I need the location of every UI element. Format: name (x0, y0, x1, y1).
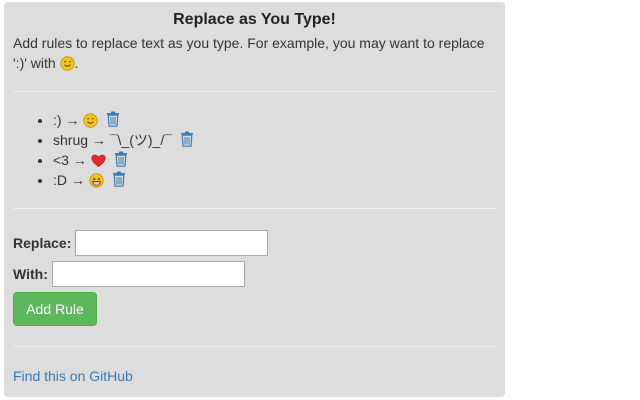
smiling-face-icon (83, 113, 98, 128)
rule-item: shrug → ¯\_(ツ)_/¯ (53, 130, 496, 150)
rule-to-text: ¯\_(ツ)_/¯ (109, 132, 172, 148)
intro-text-end: . (74, 55, 79, 71)
delete-rule-trash-icon[interactable] (106, 111, 120, 127)
add-rule-form: Replace: With: Add Rule (13, 230, 496, 326)
rules-list: :) → shrug → ¯\_(ツ)_/¯ (13, 110, 496, 190)
with-row: With: (13, 261, 496, 287)
footer: Find this on GitHub (13, 368, 496, 384)
github-link[interactable]: Find this on GitHub (13, 368, 133, 384)
replace-row: Replace: (13, 230, 496, 256)
rule-arrow: → (91, 132, 106, 148)
replace-input[interactable] (75, 230, 269, 256)
grinning-face-icon (89, 173, 104, 188)
divider (13, 91, 496, 92)
replace-label: Replace: (13, 235, 72, 251)
page-title: Replace as You Type! (173, 11, 336, 28)
intro-text-body: Add rules to replace text as you type. F… (13, 35, 485, 71)
smiling-face-icon (59, 56, 75, 71)
red-heart-icon (91, 154, 106, 167)
rule-item: :) → (53, 110, 496, 130)
rule-from: :) (53, 112, 62, 128)
divider (13, 208, 496, 209)
rule-from: <3 (53, 152, 69, 168)
delete-rule-trash-icon[interactable] (114, 151, 128, 167)
rule-arrow: → (65, 112, 80, 128)
rule-arrow: → (70, 172, 85, 188)
rule-from: shrug (53, 132, 89, 148)
add-rule-button[interactable]: Add Rule (13, 292, 97, 326)
divider (13, 346, 496, 347)
rule-from: :D (53, 172, 67, 188)
with-label: With: (13, 266, 48, 282)
rule-arrow: → (72, 152, 87, 168)
with-input[interactable] (51, 261, 245, 287)
options-panel: Replace as You Type! Add rules to replac… (4, 2, 505, 397)
rule-item: <3 → (53, 150, 496, 170)
intro-text: Add rules to replace text as you type. F… (13, 33, 496, 73)
rule-item: :D → (53, 170, 496, 190)
delete-rule-trash-icon[interactable] (180, 131, 194, 147)
delete-rule-trash-icon[interactable] (112, 171, 126, 187)
